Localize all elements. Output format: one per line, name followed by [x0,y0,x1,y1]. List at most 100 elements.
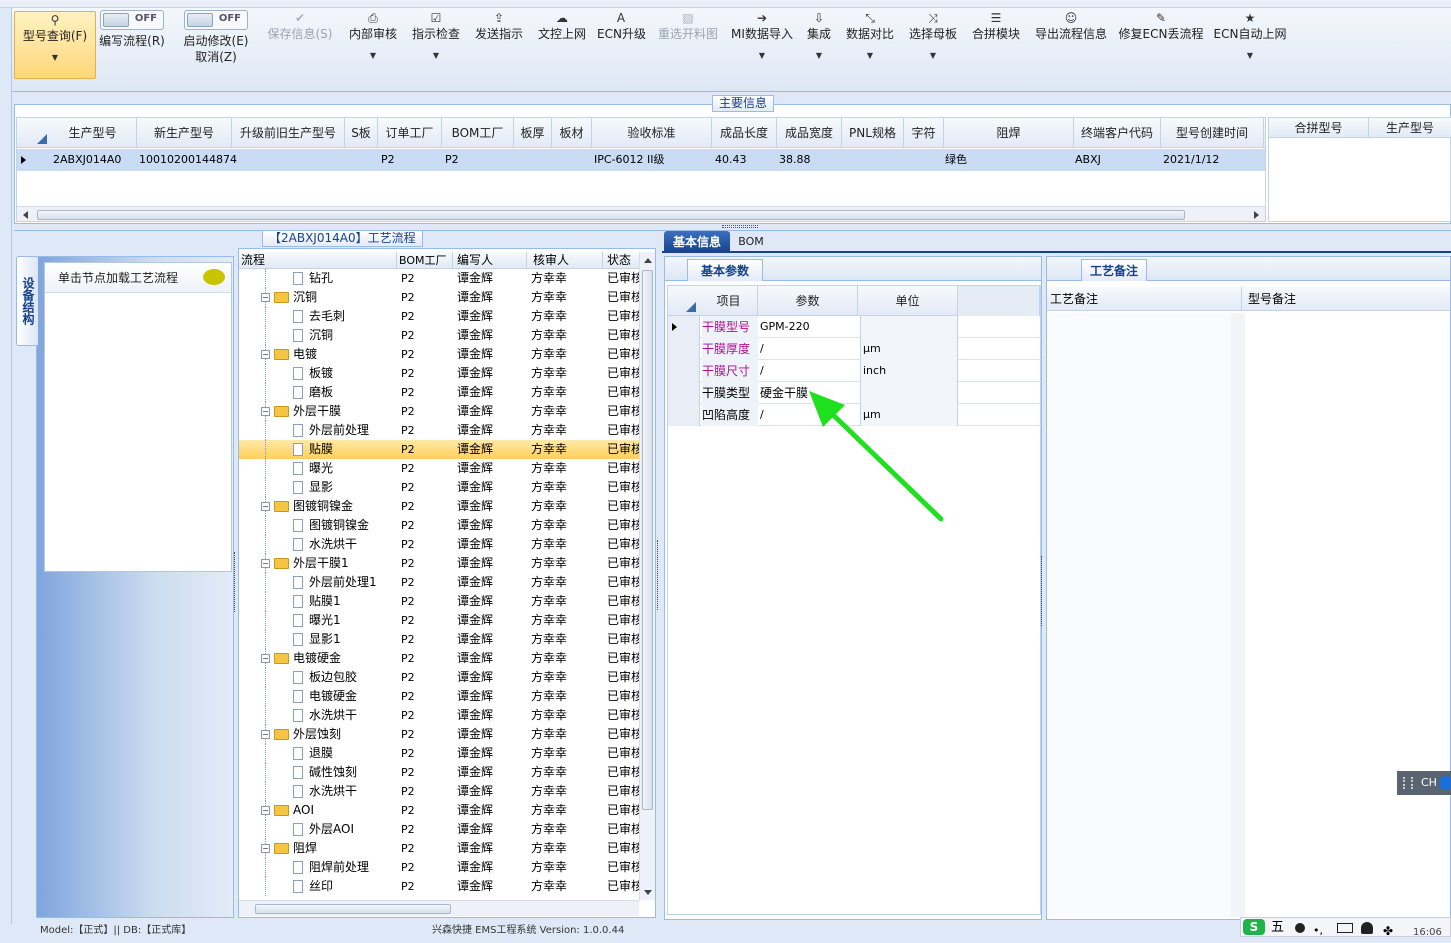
collapse-icon[interactable]: − [261,806,270,815]
table-cell[interactable]: 38.88 [779,149,811,171]
tree-node[interactable]: − 外层干膜 P2 谭金辉 方幸幸 已审核 [239,402,639,421]
process-vscroll-thumb[interactable] [642,270,653,810]
tree-node[interactable]: 贴膜 P2 谭金辉 方幸幸 已审核 [239,440,639,459]
row-selector[interactable] [668,338,700,360]
column-header[interactable]: PNL规格 [842,118,904,148]
table-cell[interactable]: 40.43 [715,149,747,171]
right-collapse-grip[interactable] [1041,556,1045,626]
param-row[interactable]: 凹陷高度 / μm [668,404,1041,426]
toolbar-button-1[interactable]: OFF 编写流程(R) [96,10,168,49]
toolbar-button-4[interactable]: ⎙ 内部审核 ▼ [345,10,401,62]
col-param[interactable]: 参数 [758,286,858,316]
tree-node[interactable]: 碱性蚀刻 P2 谭金辉 方幸幸 已审核 [239,763,639,782]
collapse-icon[interactable]: − [261,654,270,663]
ime-mode[interactable]: 五 [1271,918,1284,938]
param-value[interactable]: / [760,404,858,426]
tree-node[interactable]: 外层前处理 P2 谭金辉 方幸幸 已审核 [239,421,639,440]
tree-node[interactable]: − 电镀硬金 P2 谭金辉 方幸幸 已审核 [239,649,639,668]
mid-collapse-grip[interactable] [657,540,661,610]
column-header[interactable]: 生产型号 [49,118,137,148]
chevron-down-icon[interactable]: ▼ [345,50,401,62]
toolbar-button-9[interactable]: ▧ 重选开料图 [654,10,722,42]
collapse-icon[interactable]: − [261,844,270,853]
toolbar-button-17[interactable]: ★ ECN自动上网 ▼ [1212,10,1288,62]
param-row[interactable]: 干膜型号 GPM-220 [668,316,1041,338]
chevron-down-icon[interactable]: ▼ [728,50,796,62]
side-col-model[interactable]: 生产型号 [1369,118,1451,138]
col-bom-factory[interactable]: BOM工厂 [399,252,453,269]
toolbar-button-3[interactable]: ✔ 保存信息(S) [264,10,336,42]
punctuation-icon[interactable]: •, [1313,921,1323,941]
toolbar-button-14[interactable]: ☰ 合拼模块 [968,10,1024,42]
tree-node[interactable]: 水洗烘干 P2 谭金辉 方幸幸 已审核 [239,535,639,554]
tree-node[interactable]: − AOI P2 谭金辉 方幸幸 已审核 [239,801,639,820]
param-value[interactable]: / [760,338,858,360]
splitter-grip[interactable] [722,225,758,228]
tab-basic-info[interactable]: 基本信息 [664,231,730,253]
column-header[interactable]: 字符 [904,118,944,148]
col-process-notes[interactable]: 工艺备注 [1050,287,1242,311]
scroll-left-icon[interactable] [23,211,28,219]
fullwidth-icon[interactable] [1295,923,1305,933]
toolbar-button-11[interactable]: ⇩ 集成 ▼ [802,10,836,62]
row-selector[interactable] [668,404,700,426]
column-header[interactable]: 板材 [552,118,592,148]
toolbar-button-2[interactable]: OFF 启动修改(E) 取消(Z) [180,10,252,65]
table-cell[interactable]: P2 [381,149,395,171]
tree-node[interactable]: − 沉铜 P2 谭金辉 方幸幸 已审核 [239,288,639,307]
column-header[interactable]: 验收标准 [592,118,712,148]
collapse-icon[interactable]: − [261,502,270,511]
user-icon[interactable] [1361,922,1373,934]
tree-node[interactable]: 显影1 P2 谭金辉 方幸幸 已审核 [239,630,639,649]
tree-node[interactable]: 外层前处理1 P2 谭金辉 方幸幸 已审核 [239,573,639,592]
scroll-up-icon[interactable] [644,258,652,263]
param-value[interactable]: 硬金干膜 [760,382,858,404]
column-header[interactable]: 板厚 [514,118,552,148]
tree-node[interactable]: 水洗烘干 P2 谭金辉 方幸幸 已审核 [239,782,639,801]
collapse-icon[interactable]: − [261,350,270,359]
tree-node[interactable]: − 外层干膜1 P2 谭金辉 方幸幸 已审核 [239,554,639,573]
chevron-down-icon[interactable]: ▼ [842,50,898,62]
col-writer[interactable]: 编写人 [457,252,527,269]
col-status[interactable]: 状态 [607,252,639,269]
param-row[interactable]: 干膜厚度 / μm [668,338,1041,360]
collapse-icon[interactable]: − [261,730,270,739]
tab-bom[interactable]: BOM [736,231,766,253]
toolbar-button-16[interactable]: ✎ 修复ECN丢流程 [1117,10,1205,42]
process-hscroll[interactable] [239,900,639,916]
toolbar-button-12[interactable]: ⤡ 数据对比 ▼ [842,10,898,62]
tree-node[interactable]: 板镀 P2 谭金辉 方幸幸 已审核 [239,364,639,383]
tree-node[interactable]: − 电镀 P2 谭金辉 方幸幸 已审核 [239,345,639,364]
scroll-right-icon[interactable] [1254,211,1259,219]
tree-node[interactable]: 阻焊前处理 P2 谭金辉 方幸幸 已审核 [239,858,639,877]
scroll-down-icon[interactable] [644,890,652,895]
tree-node[interactable]: 贴膜1 P2 谭金辉 方幸幸 已审核 [239,592,639,611]
collapse-icon[interactable]: − [261,559,270,568]
toolbar-button-13[interactable]: ⤨ 选择母板 ▼ [905,10,961,62]
tree-node[interactable]: 去毛刺 P2 谭金辉 方幸幸 已审核 [239,307,639,326]
collapse-icon[interactable]: − [261,407,270,416]
column-header[interactable]: 订单工厂 [378,118,442,148]
chevron-down-icon[interactable]: ▼ [1212,50,1288,62]
param-row[interactable]: 干膜尺寸 / inch [668,360,1041,382]
tree-node[interactable]: 磨板 P2 谭金辉 方幸幸 已审核 [239,383,639,402]
column-header[interactable]: BOM工厂 [442,118,514,148]
row-selector[interactable] [668,382,700,404]
chevron-down-icon[interactable]: ▼ [408,50,464,62]
param-value[interactable]: GPM-220 [760,316,858,338]
param-row[interactable]: 干膜类型 硬金干膜 [668,382,1041,404]
column-header[interactable]: 阻焊 [944,118,1074,148]
column-header[interactable]: 新生产型号 [137,118,232,148]
table-row[interactable]: 2ABXJ014A0 10010200144874 P2 P2 IPC-6012 II级… [17,149,1265,171]
tree-node[interactable]: − 图镀铜镍金 P2 谭金辉 方幸幸 已审核 [239,497,639,516]
tree-node[interactable]: 板边包胶 P2 谭金辉 方幸幸 已审核 [239,668,639,687]
tree-node[interactable]: 图镀铜镍金 P2 谭金辉 方幸幸 已审核 [239,516,639,535]
table-cell[interactable]: 2021/1/12 [1163,149,1219,171]
col-model-notes[interactable]: 型号备注 [1248,287,1448,311]
tree-node[interactable]: 显影 P2 谭金辉 方幸幸 已审核 [239,478,639,497]
toolbar-button-5[interactable]: ☑ 指示检查 ▼ [408,10,464,62]
toolbar-button-6[interactable]: ⇪ 发送指示 [471,10,527,42]
tab-device-structure[interactable]: 设备结构 [16,256,38,346]
process-notes-area[interactable] [1047,313,1245,917]
side-col-merge-model[interactable]: 合拼型号 [1269,118,1369,138]
